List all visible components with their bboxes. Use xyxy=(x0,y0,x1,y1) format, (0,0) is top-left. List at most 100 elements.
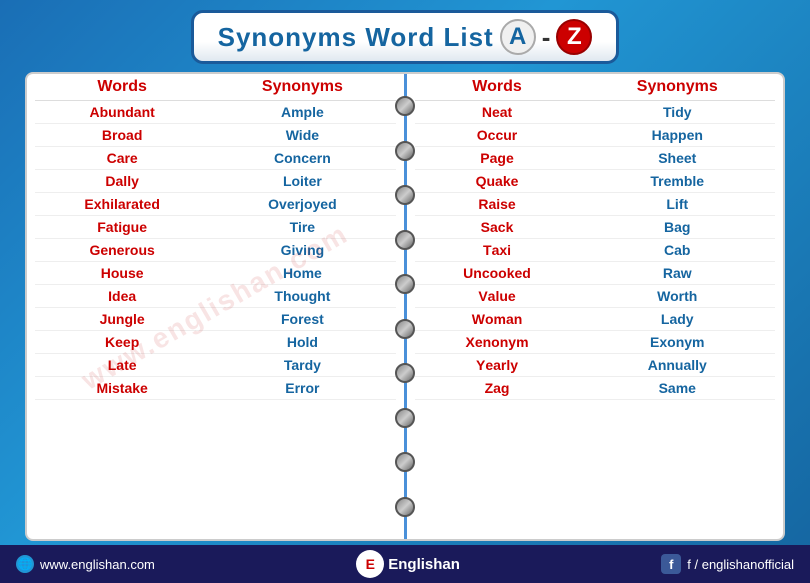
synonym-cell: Loiter xyxy=(209,170,395,193)
spiral-binding xyxy=(393,74,417,539)
word-cell: Jungle xyxy=(35,308,209,331)
word-cell: Taxi xyxy=(415,239,580,262)
right-synonyms-header: Synonyms xyxy=(580,74,775,101)
synonym-cell: Hold xyxy=(209,331,395,354)
footer-right: f f / englishanofficial xyxy=(661,554,794,574)
globe-icon: 🌐 xyxy=(16,555,34,573)
spiral-ring xyxy=(395,96,415,116)
synonym-cell: Cab xyxy=(580,239,775,262)
synonym-cell: Error xyxy=(209,377,395,400)
left-table: Words Synonyms Abundant Ample Broad Wide… xyxy=(35,74,396,400)
word-cell: Keep xyxy=(35,331,209,354)
word-cell: Mistake xyxy=(35,377,209,400)
word-cell: Occur xyxy=(415,124,580,147)
spiral-ring xyxy=(395,274,415,294)
synonym-cell: Same xyxy=(580,377,775,400)
word-cell: Xenonym xyxy=(415,331,580,354)
spiral-ring xyxy=(395,452,415,472)
synonym-cell: Overjoyed xyxy=(209,193,395,216)
synonym-cell: Bag xyxy=(580,216,775,239)
table-row: Occur Happen xyxy=(415,124,776,147)
footer-logo: E Englishan xyxy=(356,550,460,578)
word-cell: Woman xyxy=(415,308,580,331)
spiral-ring xyxy=(395,363,415,383)
facebook-icon: f xyxy=(661,554,681,574)
synonym-cell: Concern xyxy=(209,147,395,170)
word-cell: Quake xyxy=(415,170,580,193)
synonym-cell: Annually xyxy=(580,354,775,377)
synonym-cell: Raw xyxy=(580,262,775,285)
title-text: Synonyms Word List xyxy=(218,22,494,53)
synonym-cell: Tardy xyxy=(209,354,395,377)
left-words-header: Words xyxy=(35,74,209,101)
word-cell: Abundant xyxy=(35,101,209,124)
table-row: Sack Bag xyxy=(415,216,776,239)
table-row: Late Tardy xyxy=(35,354,396,377)
word-cell: Care xyxy=(35,147,209,170)
synonym-cell: Thought xyxy=(209,285,395,308)
word-cell: Neat xyxy=(415,101,580,124)
word-cell: Page xyxy=(415,147,580,170)
left-section: www.englishan.com Words Synonyms Abundan… xyxy=(27,74,407,539)
table-row: Broad Wide xyxy=(35,124,396,147)
table-row: Care Concern xyxy=(35,147,396,170)
table-row: Yearly Annually xyxy=(415,354,776,377)
table-row: Page Sheet xyxy=(415,147,776,170)
synonym-cell: Giving xyxy=(209,239,395,262)
logo-text: Englishan xyxy=(388,556,460,573)
table-row: Value Worth xyxy=(415,285,776,308)
synonym-cell: Tremble xyxy=(580,170,775,193)
word-cell: Generous xyxy=(35,239,209,262)
synonym-cell: Lift xyxy=(580,193,775,216)
word-cell: Exhilarated xyxy=(35,193,209,216)
synonym-cell: Happen xyxy=(580,124,775,147)
table-row: Dally Loiter xyxy=(35,170,396,193)
right-table: Words Synonyms Neat Tidy Occur Happen Pa… xyxy=(415,74,776,400)
synonym-cell: Exonym xyxy=(580,331,775,354)
word-cell: Raise xyxy=(415,193,580,216)
synonym-cell: Home xyxy=(209,262,395,285)
word-cell: Yearly xyxy=(415,354,580,377)
table-row: Jungle Forest xyxy=(35,308,396,331)
word-cell: Value xyxy=(415,285,580,308)
word-cell: Broad xyxy=(35,124,209,147)
synonym-cell: Sheet xyxy=(580,147,775,170)
synonym-cell: Tire xyxy=(209,216,395,239)
right-words-header: Words xyxy=(415,74,580,101)
table-row: Idea Thought xyxy=(35,285,396,308)
word-cell: Zag xyxy=(415,377,580,400)
table-row: Raise Lift xyxy=(415,193,776,216)
table-row: Exhilarated Overjoyed xyxy=(35,193,396,216)
table-row: Neat Tidy xyxy=(415,101,776,124)
left-synonyms-header: Synonyms xyxy=(209,74,395,101)
word-cell: Uncooked xyxy=(415,262,580,285)
spiral-ring xyxy=(395,185,415,205)
dash: - xyxy=(542,22,551,53)
table-row: Zag Same xyxy=(415,377,776,400)
notebook: www.englishan.com Words Synonyms Abundan… xyxy=(25,72,785,541)
spiral-ring xyxy=(395,319,415,339)
table-row: Abundant Ample xyxy=(35,101,396,124)
spiral-ring xyxy=(395,230,415,250)
table-row: Fatigue Tire xyxy=(35,216,396,239)
synonym-cell: Wide xyxy=(209,124,395,147)
title-box: Synonyms Word List A - Z xyxy=(191,10,620,64)
word-cell: Fatigue xyxy=(35,216,209,239)
website-url: www.englishan.com xyxy=(40,557,155,572)
word-cell: House xyxy=(35,262,209,285)
table-row: Uncooked Raw xyxy=(415,262,776,285)
spiral-ring xyxy=(395,141,415,161)
table-row: Keep Hold xyxy=(35,331,396,354)
synonym-cell: Worth xyxy=(580,285,775,308)
table-row: Taxi Cab xyxy=(415,239,776,262)
letter-z-badge: Z xyxy=(556,19,592,55)
table-row: Generous Giving xyxy=(35,239,396,262)
word-cell: Sack xyxy=(415,216,580,239)
page-header: Synonyms Word List A - Z xyxy=(0,0,810,72)
logo-circle: E xyxy=(356,550,384,578)
spiral-ring xyxy=(395,497,415,517)
word-cell: Dally xyxy=(35,170,209,193)
facebook-handle: f / englishanofficial xyxy=(687,557,794,572)
spiral-ring xyxy=(395,408,415,428)
table-row: Xenonym Exonym xyxy=(415,331,776,354)
